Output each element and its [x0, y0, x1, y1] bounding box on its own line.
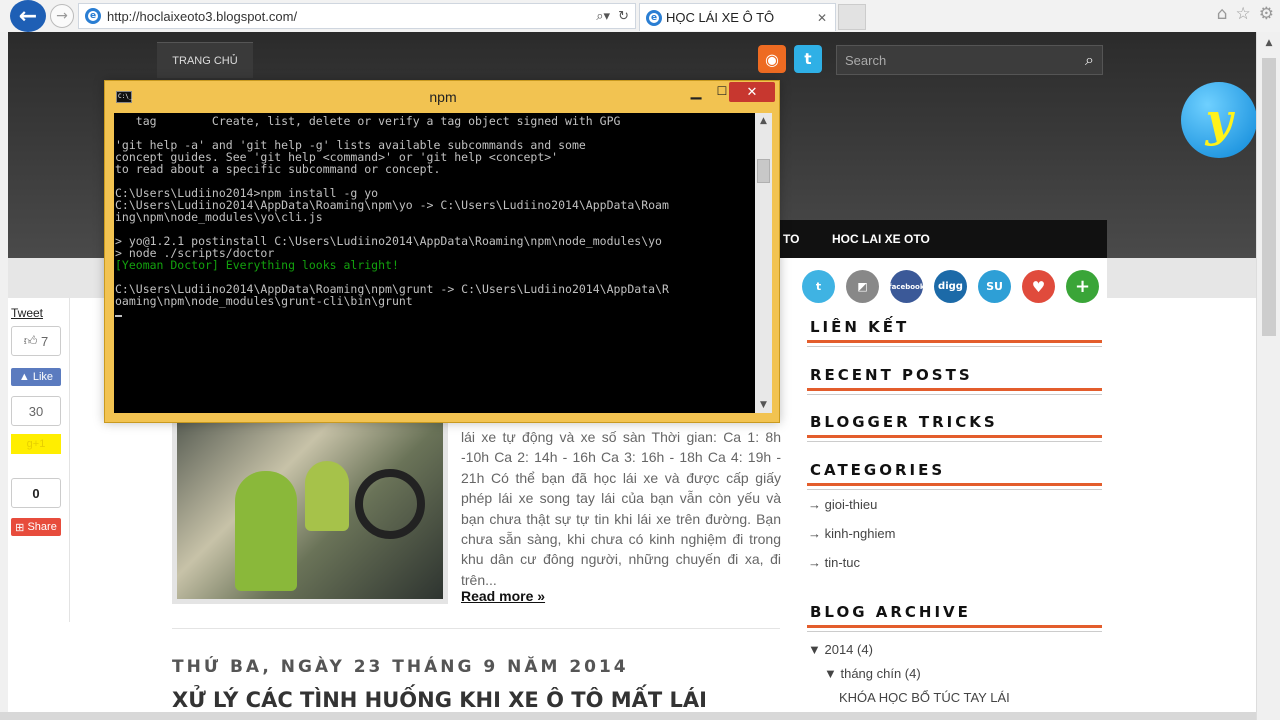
twitter-icon[interactable]: t	[794, 45, 822, 73]
archive-year-2014[interactable]: ▼ 2014 (4)	[808, 642, 873, 657]
share-label: Share	[27, 521, 57, 533]
plusone-count: 30	[11, 396, 61, 426]
heading-recent-posts: RECENT POSTS	[807, 364, 1102, 395]
tweet-link[interactable]: Tweet	[11, 306, 43, 320]
browser-chrome: ← → e http://hoclaixeoto3.blogspot.com/ …	[0, 0, 1280, 32]
like-label: Like	[32, 371, 54, 383]
close-button[interactable]: ✕	[729, 82, 775, 102]
browser-tab[interactable]: e HỌC LÁI XE Ô TÔ ✕	[639, 3, 836, 31]
back-button[interactable]: ←	[10, 0, 46, 32]
ie-page-icon: e	[85, 8, 101, 24]
console-scroll-down-icon[interactable]: ▼	[755, 397, 772, 413]
console-scrollbar[interactable]: ▲ ▼	[755, 113, 772, 413]
category-gioi-thieu[interactable]: → gioi-thieu	[808, 497, 877, 512]
heading-categories: CATEGORIES	[807, 459, 1102, 490]
favorite-heart-icon[interactable]: ♥	[1022, 270, 1055, 303]
tab-title: HỌC LÁI XE Ô TÔ	[666, 10, 775, 25]
read-more-link[interactable]: Read more »	[461, 588, 545, 604]
new-tab-button[interactable]	[838, 4, 866, 30]
console-scroll-thumb[interactable]	[757, 159, 770, 183]
taskbar-strip	[0, 712, 1256, 720]
console-scroll-up-icon[interactable]: ▲	[755, 113, 772, 129]
google-plus-button[interactable]: g+1	[11, 434, 61, 454]
scroll-up-icon[interactable]: ▲	[1257, 38, 1280, 48]
date-header: THỨ BA, NGÀY 23 THÁNG 9 NĂM 2014	[172, 657, 629, 677]
like-count-box: 👍︎ 7	[11, 326, 61, 356]
yeoman-doctor-line: [Yeoman Doctor] Everything looks alright…	[115, 258, 399, 272]
archive-month-september[interactable]: ▼ tháng chín (4)	[824, 666, 921, 681]
thumbs-up-small-icon: ▲	[18, 371, 33, 383]
scroll-thumb[interactable]	[1262, 58, 1276, 336]
share-count: 0	[11, 478, 61, 508]
heading-blogger-tricks: BLOGGER TRICKS	[807, 411, 1102, 442]
forward-button[interactable]: →	[50, 4, 74, 28]
add-plus-icon[interactable]: +	[1066, 270, 1099, 303]
back-arrow-icon: ←	[18, 3, 38, 29]
nav-home[interactable]: TRANG CHỦ	[157, 42, 253, 78]
npm-console-window: C:\_ npm ▁ ☐ ✕ tag Create, list, delete …	[104, 80, 780, 423]
twitter-share-icon[interactable]: t	[802, 270, 835, 303]
social-icon-row: t ◩ facebook digg SU ♥ +	[802, 270, 1099, 303]
thumbs-up-icon: 👍︎	[23, 333, 38, 348]
delicious-icon[interactable]: ◩	[846, 270, 879, 303]
menu-item-hoc-lai-xe-oto[interactable]: HOC LAI XE OTO	[832, 220, 930, 258]
rss-icon[interactable]: ◉	[758, 45, 786, 73]
facebook-like-button[interactable]: ▲ Like	[11, 368, 61, 386]
facebook-icon[interactable]: facebook	[889, 270, 924, 303]
heading-lien-ket: LIÊN KẾT	[807, 316, 1102, 347]
heading-blog-archive: BLOG ARCHIVE	[807, 601, 1102, 632]
post-divider	[172, 628, 780, 629]
share-button[interactable]: ⊞ Share	[11, 518, 61, 536]
home-icon[interactable]: ⌂	[1217, 4, 1228, 24]
search-icon[interactable]: ⌕	[1085, 50, 1094, 70]
search-input[interactable]	[845, 52, 1086, 68]
driving-lesson-photo	[177, 421, 443, 599]
menu-item-oto-partial[interactable]: TO	[783, 220, 799, 258]
console-text-top: tag Create, list, delete or verify a tag…	[115, 115, 669, 260]
minimize-icon[interactable]: ▁	[683, 84, 709, 102]
search-box: ⌕	[836, 45, 1103, 75]
console-text-bottom: C:\Users\Ludiino2014\AppData\Roaming\npm…	[115, 282, 669, 308]
forward-arrow-icon: →	[56, 8, 68, 24]
favorites-star-icon[interactable]: ☆	[1236, 4, 1251, 24]
console-cursor	[115, 315, 122, 317]
archive-post-link[interactable]: KHÓA HỌC BỔ TÚC TAY LÁI	[839, 690, 1010, 705]
address-bar[interactable]: e http://hoclaixeoto3.blogspot.com/ ⌕▾ ↻	[78, 3, 636, 29]
post-excerpt: lái xe tự động và xe số sàn Thời gian: C…	[461, 429, 781, 588]
category-kinh-nghiem[interactable]: → kinh-nghiem	[808, 526, 895, 541]
post-thumbnail[interactable]	[172, 416, 448, 604]
page-scrollbar[interactable]: ▲	[1256, 32, 1280, 720]
tab-close-icon[interactable]: ✕	[817, 11, 835, 25]
plus-square-icon: ⊞	[15, 521, 28, 534]
post-title[interactable]: XỬ LÝ CÁC TÌNH HUỐNG KHI XE Ô TÔ MẤT LÁI	[172, 688, 707, 712]
category-tin-tuc[interactable]: → tin-tuc	[808, 555, 860, 570]
share-column: Tweet 👍︎ 7 ▲ Like 30 g+1 0 ⊞ Share	[8, 298, 70, 622]
tab-favicon-icon: e	[646, 9, 662, 26]
refresh-icon[interactable]: ↻	[618, 9, 629, 24]
console-output[interactable]: tag Create, list, delete or verify a tag…	[114, 113, 755, 413]
stumbleupon-icon[interactable]: SU	[978, 270, 1011, 303]
digg-icon[interactable]: digg	[934, 270, 967, 303]
console-title: npm	[429, 89, 457, 105]
site-logo: y	[1181, 82, 1256, 158]
browser-toolbar-right: ⌂ ☆ ⚙	[1217, 4, 1274, 24]
address-tools: ⌕▾ ↻	[596, 9, 635, 24]
search-dropdown-icon[interactable]: ⌕▾	[596, 9, 610, 24]
settings-gear-icon[interactable]: ⚙	[1259, 4, 1274, 24]
like-count: 7	[40, 333, 49, 349]
address-url[interactable]: http://hoclaixeoto3.blogspot.com/	[107, 9, 596, 24]
